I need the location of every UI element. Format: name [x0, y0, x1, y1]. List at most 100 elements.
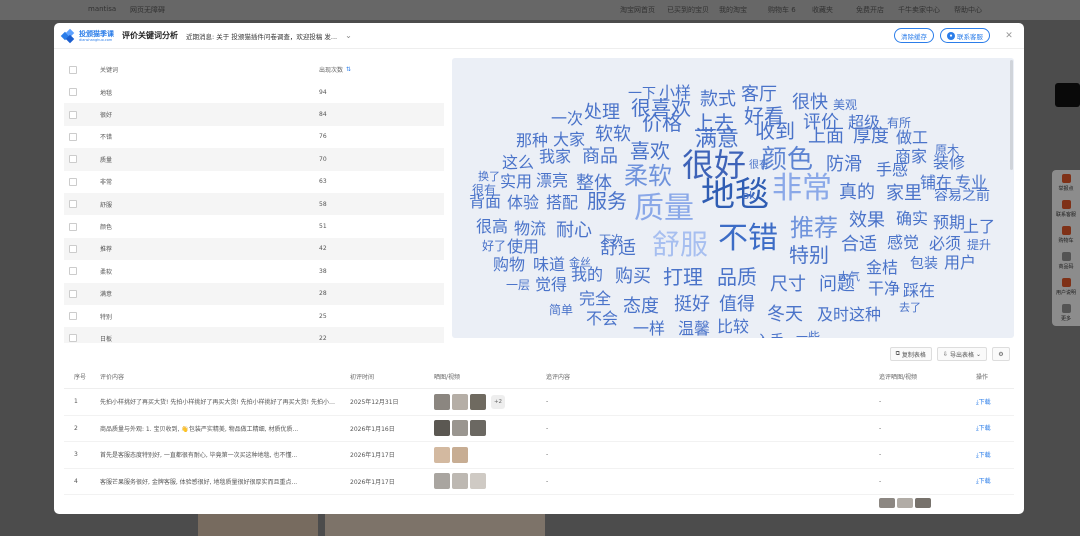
row-checkbox[interactable]	[69, 244, 77, 253]
cloud-word[interactable]: 好看	[744, 104, 784, 128]
cloud-word[interactable]: 一样	[633, 319, 665, 338]
column-count[interactable]: 出现次数 ⇅	[319, 65, 351, 74]
cloud-word[interactable]: 一下	[628, 86, 656, 102]
cloud-word[interactable]: 真的	[839, 182, 875, 203]
cloud-word[interactable]: 及时这种	[817, 305, 881, 324]
download-link[interactable]: ⤓下载	[976, 450, 1006, 460]
download-link[interactable]: ⤓下载	[976, 423, 1006, 433]
row-checkbox[interactable]	[69, 177, 77, 186]
cloud-word[interactable]: 装修	[933, 153, 965, 172]
cloud-word[interactable]: 家里	[886, 183, 922, 204]
cloud-word[interactable]: 态度	[623, 296, 659, 317]
review-thumbnail[interactable]	[434, 446, 450, 463]
cloud-word[interactable]: 品质	[717, 265, 757, 289]
cloud-word[interactable]: 做工	[896, 128, 928, 147]
download-link[interactable]: ⤓下载	[976, 397, 1006, 407]
select-all-checkbox[interactable]	[69, 65, 77, 74]
close-icon[interactable]: ✕	[1002, 31, 1016, 41]
cloud-word[interactable]: 干净	[868, 279, 900, 298]
cloud-word[interactable]: 感觉	[887, 233, 919, 252]
cloud-word[interactable]: 处理	[584, 102, 620, 123]
copy-table-button[interactable]: ⧉ 复制表格	[889, 347, 932, 361]
cloud-word[interactable]: 搭配	[546, 193, 578, 212]
review-thumbnail[interactable]	[452, 420, 468, 437]
review-thumbnail[interactable]	[915, 498, 931, 508]
review-thumbnail[interactable]	[434, 393, 450, 410]
cloud-word[interactable]: 金丝	[569, 255, 591, 269]
cloud-word[interactable]: 非常	[772, 171, 832, 206]
cloud-word[interactable]: 特别	[789, 243, 829, 267]
cloud-word[interactable]: 款式	[700, 89, 736, 110]
cloud-word[interactable]: 踩在	[903, 281, 935, 300]
cloud-word[interactable]: 用户	[944, 253, 976, 272]
review-thumbnail[interactable]	[470, 420, 486, 437]
cloud-word[interactable]: 舒服	[652, 228, 708, 261]
keyword-row[interactable]: 不错 76	[64, 126, 444, 148]
cloud-word[interactable]: 预期	[933, 213, 965, 232]
review-thumbnail[interactable]	[452, 473, 468, 490]
cloud-word[interactable]: 确实	[896, 209, 928, 228]
contact-support-button[interactable]: ● 联系客服	[940, 28, 990, 43]
row-checkbox[interactable]	[69, 110, 77, 119]
keyword-row[interactable]: 特别 25	[64, 305, 444, 327]
review-thumbnail[interactable]	[434, 420, 450, 437]
keyword-row[interactable]: 地毯 94	[64, 81, 444, 103]
cloud-word[interactable]: 一次	[551, 109, 583, 128]
cloud-word[interactable]: 铺在	[920, 173, 952, 192]
cloud-word[interactable]: 整体	[576, 173, 612, 194]
cloud-word[interactable]: 上了	[963, 217, 995, 236]
review-thumbnail[interactable]	[470, 393, 486, 410]
review-thumbnail[interactable]	[897, 498, 913, 508]
cloud-word[interactable]: 大家	[553, 130, 585, 149]
row-checkbox[interactable]	[69, 88, 77, 97]
cloud-word[interactable]: 很有	[472, 183, 496, 197]
cloud-word[interactable]: 一些	[796, 330, 820, 338]
keyword-row[interactable]: 舒服 58	[64, 192, 444, 216]
download-link[interactable]: ⤓下载	[976, 476, 1006, 486]
row-checkbox[interactable]	[69, 200, 77, 209]
cloud-word[interactable]: 简单	[549, 303, 573, 317]
notice-text[interactable]: 近期消息: 关于 投颁猫插件问卷调查，欢迎投稿 发...	[186, 31, 337, 41]
cloud-word[interactable]: 柔软	[624, 162, 672, 190]
cloud-word[interactable]: 温馨	[678, 319, 710, 338]
cloud-word[interactable]: 提升	[967, 237, 991, 252]
cloud-word[interactable]: 金桔	[866, 258, 898, 277]
cloud-word[interactable]: 很快	[792, 92, 828, 113]
keyword-row[interactable]: 质量 70	[64, 148, 444, 171]
export-table-button[interactable]: ⇩ 导出表格 ⌄	[936, 347, 987, 361]
cloud-word[interactable]: 换了	[478, 169, 500, 183]
chevron-down-icon[interactable]: ⌄	[345, 31, 352, 40]
cloud-word[interactable]: 效果	[849, 210, 885, 231]
cloud-word[interactable]: 大气	[838, 269, 860, 283]
cloud-word[interactable]: 必须	[929, 234, 961, 253]
row-checkbox[interactable]	[69, 334, 77, 343]
row-checkbox[interactable]	[69, 222, 77, 231]
cloud-word[interactable]: 这么	[502, 153, 534, 172]
cloud-word[interactable]: 质量	[634, 191, 694, 226]
row-checkbox[interactable]	[69, 289, 77, 298]
cloud-word[interactable]: 不会	[586, 309, 618, 328]
cloud-word[interactable]: 推荐	[790, 214, 838, 242]
cloud-word[interactable]: 包装	[910, 256, 938, 272]
cloud-word[interactable]: 使用	[507, 237, 539, 256]
keyword-row[interactable]: 柔软 38	[64, 260, 444, 282]
review-thumbnail[interactable]	[879, 498, 895, 508]
cloud-word[interactable]: 购买	[615, 266, 651, 287]
cloud-word[interactable]: 体验	[507, 193, 539, 212]
cloud-word[interactable]: 超级	[848, 113, 880, 132]
cloud-word[interactable]: 味道	[533, 255, 565, 274]
cloud-word[interactable]: 软软	[595, 124, 631, 145]
cloud-word[interactable]: 商家	[895, 147, 927, 166]
keyword-row[interactable]: 满意 28	[64, 282, 444, 305]
review-thumbnail[interactable]	[470, 473, 486, 490]
cloud-word[interactable]: 那种	[516, 131, 548, 150]
row-checkbox[interactable]	[69, 155, 77, 164]
cloud-word[interactable]: 值得	[719, 294, 755, 315]
cloud-word[interactable]: 漂亮	[536, 171, 568, 190]
cloud-word[interactable]: 评价	[803, 112, 839, 133]
cloud-word[interactable]: 防滑	[826, 154, 862, 175]
clear-cache-button[interactable]: 清除缓存	[894, 28, 934, 43]
settings-button[interactable]: ⚙	[992, 347, 1010, 361]
review-thumbnail[interactable]	[452, 446, 468, 463]
cloud-word[interactable]: 小样	[659, 83, 691, 102]
